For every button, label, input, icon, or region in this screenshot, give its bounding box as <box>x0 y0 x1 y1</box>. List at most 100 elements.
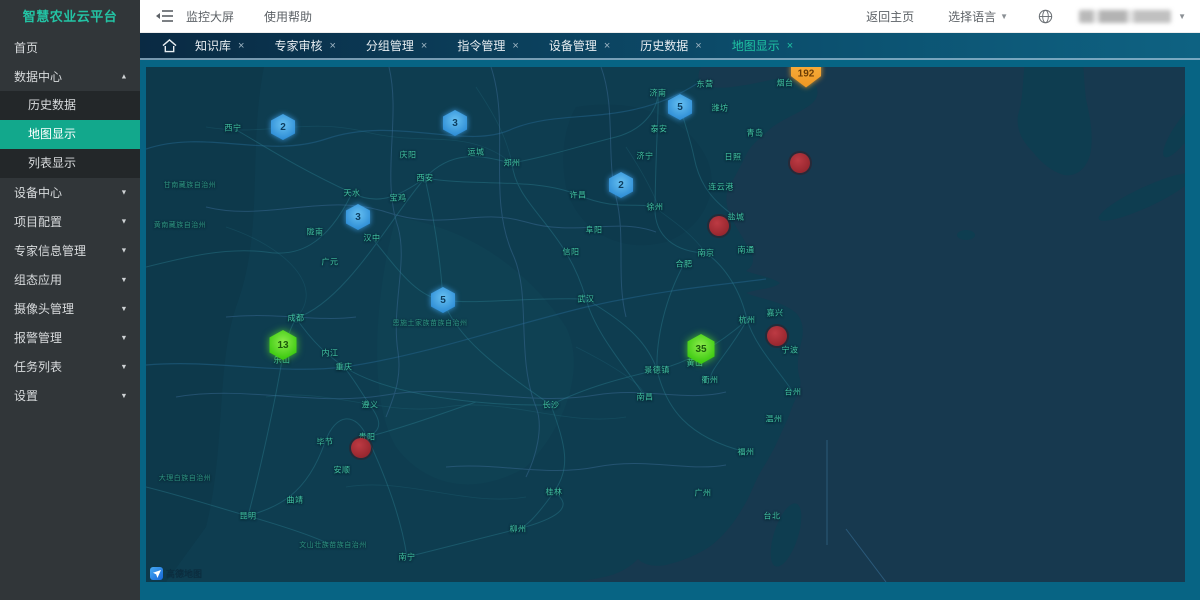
tab-label: 设备管理 <box>549 37 597 54</box>
topbar-link[interactable]: 返回主页 <box>866 8 914 25</box>
map-city-label: 济南 <box>650 88 667 99</box>
marker-cluster-blue[interactable]: 3 <box>346 204 370 230</box>
sidebar-subitem[interactable]: 历史数据 <box>0 91 140 120</box>
tab[interactable]: 指令管理 × <box>457 37 518 54</box>
chevron-down-icon: ▼ <box>120 391 127 399</box>
sidebar-item[interactable]: 设备中心▼ <box>0 178 140 207</box>
tab-label: 专家审核 <box>274 37 322 54</box>
marker-cluster-blue[interactable]: 5 <box>668 94 692 120</box>
cluster-count: 13 <box>277 340 288 351</box>
sidebar-item-label: 首页 <box>14 39 128 56</box>
map-city-label: 宝鸡 <box>390 193 407 204</box>
map-city-label: 大理白族自治州 <box>159 473 212 483</box>
map-city-label: 青岛 <box>747 128 764 139</box>
sidebar-item[interactable]: 专家信息管理▼ <box>0 236 140 265</box>
map-city-label: 徐州 <box>647 202 664 213</box>
top-header: 监控大屏 使用帮助 返回主页 选择语言▼ ▼ <box>140 0 1200 33</box>
red-dot <box>767 326 787 346</box>
cluster-shape: 2 <box>609 172 633 198</box>
tab[interactable]: 分组管理× <box>366 37 427 54</box>
marker-cluster-blue[interactable]: 5 <box>431 287 455 313</box>
map-canvas[interactable]: 西宁庆阳天水宝鸡西安运城郑州许昌徐州济南泰安济宁东营潍坊烟台青岛日照连云港盐城南… <box>146 67 1185 582</box>
tab-close-icon[interactable]: × <box>695 40 701 52</box>
map-city-label: 武汉 <box>578 294 595 305</box>
tab-label: 地图显示 <box>732 37 780 54</box>
map-city-label: 杭州 <box>739 315 756 326</box>
home-tab-icon[interactable] <box>162 39 177 53</box>
tab-close-icon[interactable]: × <box>512 40 518 52</box>
sidebar-item-label: 摄像头管理 <box>14 300 120 317</box>
map-city-label: 广州 <box>695 488 712 499</box>
cluster-count: 2 <box>280 122 286 133</box>
sidebar-subitem[interactable]: 地图显示 <box>0 120 140 149</box>
user-name-blurred <box>1079 10 1171 23</box>
marker-cluster-green[interactable]: 35 <box>688 334 715 364</box>
chevron-down-icon: ▼ <box>120 333 127 341</box>
marker-point-red[interactable] <box>709 216 729 236</box>
sidebar-item-label: 专家信息管理 <box>14 242 120 259</box>
sidebar-item[interactable]: 数据中心▲ <box>0 62 140 91</box>
marker-point-red[interactable] <box>351 438 371 458</box>
sidebar: 智慧农业云平台 首页数据中心▲历史数据地图显示列表显示设备中心▼项目配置▼专家信… <box>0 0 140 600</box>
tab-close-icon[interactable]: × <box>238 40 244 52</box>
marker-cluster-blue[interactable]: 3 <box>443 110 467 136</box>
sidebar-item[interactable]: 任务列表▼ <box>0 352 140 381</box>
sidebar-item[interactable]: 首页 <box>0 33 140 62</box>
tab-close-icon[interactable]: × <box>421 40 427 52</box>
marker-cluster-blue[interactable]: 2 <box>609 172 633 198</box>
tab[interactable]: 知识库× <box>195 37 244 54</box>
topbar-link[interactable]: 使用帮助 <box>264 8 312 25</box>
hamburger-icon <box>156 9 174 23</box>
tab-label: 指令管理 <box>457 37 505 54</box>
amap-logo-icon <box>150 567 163 580</box>
user-menu[interactable]: ▼ <box>1079 10 1186 23</box>
map-city-label: 文山壮族苗族自治州 <box>299 540 367 550</box>
tab[interactable]: 历史数据× <box>640 37 701 54</box>
map-city-label: 黄南藏族自治州 <box>154 220 207 230</box>
map-city-label: 合肥 <box>676 259 693 270</box>
menu-collapse-icon[interactable] <box>156 9 174 23</box>
marker-point-red[interactable] <box>767 326 787 346</box>
map-page: 西宁庆阳天水宝鸡西安运城郑州许昌徐州济南泰安济宁东营潍坊烟台青岛日照连云港盐城南… <box>140 60 1200 600</box>
map-city-label: 温州 <box>766 414 783 425</box>
map-city-label: 桂林 <box>546 487 563 498</box>
map-city-label: 陇南 <box>307 227 324 238</box>
sidebar-submenu: 历史数据地图显示列表显示 <box>0 91 140 178</box>
sidebar-item-label: 报警管理 <box>14 329 120 346</box>
chevron-down-icon: ▼ <box>1000 12 1008 21</box>
map-city-label: 盐城 <box>728 212 745 223</box>
header-right-menu: 返回主页 选择语言▼ <box>832 8 1008 25</box>
sidebar-item[interactable]: 报警管理▼ <box>0 323 140 352</box>
topbar-link[interactable]: 监控大屏 <box>186 8 234 25</box>
map-city-label: 西宁 <box>225 123 242 134</box>
tab[interactable]: 地图显示 × <box>732 37 793 54</box>
language-globe-icon[interactable] <box>1038 9 1053 24</box>
map-city-label: 南昌 <box>637 392 654 403</box>
tab[interactable]: 专家审核 × <box>274 37 335 54</box>
marker-cluster-orange[interactable]: 192 <box>791 67 821 88</box>
cluster-count: 3 <box>355 212 361 223</box>
tab-close-icon[interactable]: × <box>787 40 793 52</box>
topbar-link[interactable]: 选择语言▼ <box>948 8 1008 25</box>
marker-cluster-blue[interactable]: 2 <box>271 114 295 140</box>
sidebar-item[interactable]: 摄像头管理▼ <box>0 294 140 323</box>
map-city-label: 重庆 <box>336 362 353 373</box>
map-city-label: 柳州 <box>510 524 527 535</box>
sidebar-item[interactable]: 设置▼ <box>0 381 140 410</box>
tab[interactable]: 设备管理 × <box>549 37 610 54</box>
marker-cluster-green[interactable]: 13 <box>270 330 297 360</box>
tab-close-icon[interactable]: × <box>329 40 335 52</box>
cluster-count: 3 <box>452 118 458 129</box>
sidebar-item[interactable]: 项目配置▼ <box>0 207 140 236</box>
chevron-down-icon: ▼ <box>120 246 127 254</box>
marker-point-red[interactable] <box>790 153 810 173</box>
sidebar-item[interactable]: 组态应用▼ <box>0 265 140 294</box>
chevron-down-icon: ▼ <box>120 362 127 370</box>
sidebar-item-label: 设置 <box>14 387 120 404</box>
sidebar-subitem[interactable]: 列表显示 <box>0 149 140 178</box>
map-city-label: 运城 <box>468 147 485 158</box>
map-city-label: 福州 <box>738 447 755 458</box>
tab-close-icon[interactable]: × <box>604 40 610 52</box>
sidebar-item-label: 数据中心 <box>14 68 120 85</box>
map-city-label: 郑州 <box>504 158 521 169</box>
